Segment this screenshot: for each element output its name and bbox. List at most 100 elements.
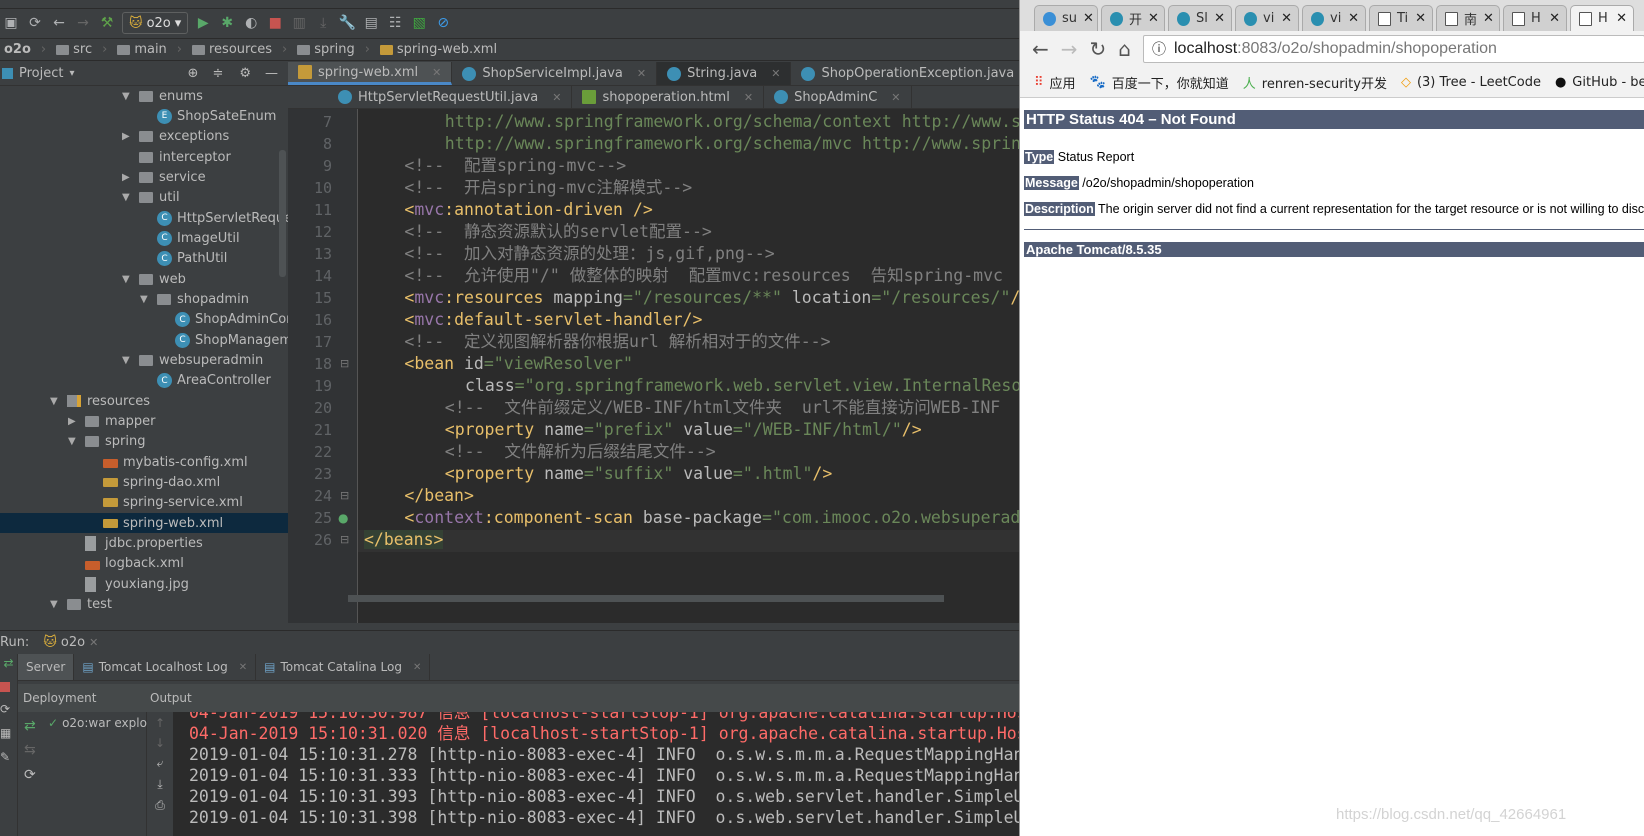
minimize-icon[interactable]: — bbox=[265, 66, 278, 81]
code-line[interactable]: <!-- 文件前缀定义/WEB-INF/html文件夹 url不能直接访问WEB… bbox=[445, 397, 1000, 419]
breadcrumb-item[interactable]: main bbox=[113, 42, 188, 57]
run-tab[interactable]: ▤ Tomcat Localhost Log ✕ bbox=[74, 654, 257, 680]
tree-item[interactable]: C ImageUtil bbox=[0, 228, 288, 248]
run-icon[interactable]: ▶ bbox=[194, 14, 212, 32]
monitor-icon[interactable]: ▧ bbox=[410, 14, 428, 32]
gear-icon[interactable]: ⚙ bbox=[239, 66, 251, 81]
fold-marker-icon[interactable]: ⊟ bbox=[340, 485, 349, 507]
bookmark[interactable]: 人 renren-security开发 bbox=[1243, 73, 1387, 92]
expand-arrow-icon[interactable]: ▼ bbox=[122, 274, 134, 285]
code-line[interactable]: </beans> bbox=[364, 529, 444, 551]
home-icon[interactable]: ⌂ bbox=[1118, 37, 1131, 61]
tree-item[interactable]: ▼ shopadmin bbox=[0, 289, 288, 309]
code-line[interactable]: <context:component-scan base-package="co… bbox=[404, 507, 1019, 529]
breadcrumb-item[interactable]: resources bbox=[188, 42, 293, 57]
refresh-icon[interactable]: ⟳ bbox=[0, 702, 17, 716]
collapse-arrow-icon[interactable]: ▶ bbox=[122, 131, 134, 142]
disable-icon[interactable]: ⊘ bbox=[434, 14, 452, 32]
info-icon[interactable]: ⓘ bbox=[1152, 39, 1166, 59]
close-icon[interactable]: ✕ bbox=[1549, 11, 1560, 26]
tree-item[interactable]: ▼ util bbox=[0, 188, 288, 208]
locate-icon[interactable]: ⊕ bbox=[188, 66, 199, 81]
tree-item[interactable]: C HttpServletRequestUtil bbox=[0, 208, 288, 228]
code-line[interactable]: http://www.springframework.org/schema/co… bbox=[445, 111, 1019, 133]
address-bar[interactable]: ⓘ localhost:8083/o2o/shopadmin/shopopera… bbox=[1143, 35, 1644, 63]
tree-item[interactable]: ▼ spring bbox=[0, 432, 288, 452]
tree-item[interactable]: ▼ resources bbox=[0, 391, 288, 411]
breadcrumb-item[interactable]: src bbox=[52, 42, 113, 57]
vcs-icon[interactable]: ⤓ bbox=[314, 14, 332, 32]
build-icon[interactable]: ⚒ bbox=[98, 14, 116, 32]
bookmark[interactable]: 🐾 百度一下，你就知道 bbox=[1090, 73, 1229, 92]
tree-item[interactable]: ▶ service bbox=[0, 167, 288, 187]
editor-tab[interactable]: ShopServiceImpl.java ✕ bbox=[452, 62, 658, 85]
code-line[interactable]: <!-- 静态资源默认的servlet配置--> bbox=[404, 221, 711, 243]
tree-item[interactable]: C PathUtil bbox=[0, 249, 288, 269]
expand-arrow-icon[interactable]: ▼ bbox=[50, 599, 62, 610]
coverage-icon[interactable]: ◐ bbox=[242, 14, 260, 32]
editor-tab[interactable]: spring-web.xml ✕ bbox=[288, 62, 453, 85]
layout-icon[interactable]: ▦ bbox=[0, 726, 17, 740]
browser-tab[interactable]: Ti ✕ bbox=[1369, 5, 1433, 31]
code-line[interactable]: <bean id="viewResolver" bbox=[404, 353, 633, 375]
tree-item[interactable]: interceptor bbox=[0, 147, 288, 167]
code-line[interactable]: <mvc:resources mapping="/resources/**" l… bbox=[404, 287, 1019, 309]
tree-item[interactable]: spring-dao.xml bbox=[0, 472, 288, 492]
code-line[interactable]: <!-- 文件解析为后缀结尾文件--> bbox=[445, 441, 716, 463]
tree-item[interactable]: logback.xml bbox=[0, 554, 288, 574]
scroll-to-end-icon[interactable]: ⤓ bbox=[147, 777, 173, 792]
editor-tab[interactable]: ShopOperationException.java✕ bbox=[791, 62, 1019, 85]
expand-arrow-icon[interactable]: ▼ bbox=[50, 396, 62, 407]
forward-icon[interactable]: → bbox=[74, 14, 92, 32]
tree-item[interactable]: ▶ mapper bbox=[0, 411, 288, 431]
close-icon[interactable]: ✕ bbox=[1616, 11, 1627, 26]
expand-arrow-icon[interactable]: ▼ bbox=[122, 91, 134, 102]
close-icon[interactable]: ✕ bbox=[89, 636, 98, 649]
settings-wrench-icon[interactable]: 🔧 bbox=[338, 14, 356, 32]
scroll-up-icon[interactable]: ↑ bbox=[147, 716, 173, 730]
editor-tab[interactable]: shopoperation.html ✕ bbox=[572, 86, 765, 108]
bookmark[interactable]: ● GitHub - begee bbox=[1555, 75, 1644, 90]
tree-item[interactable]: E ShopSateEnum bbox=[0, 106, 288, 126]
console-output[interactable]: 04-Jan-2019 15:10:30.987 信息 [localhost-s… bbox=[173, 712, 1019, 836]
debug-icon[interactable]: ✱ bbox=[218, 14, 236, 32]
run-config-tab[interactable]: 🐱 o2o ✕ bbox=[37, 635, 104, 650]
editor-tab[interactable]: String.java ✕ bbox=[657, 62, 792, 85]
close-icon[interactable]: ✕ bbox=[1483, 11, 1494, 26]
pin-icon[interactable]: ✎ bbox=[0, 750, 17, 764]
close-icon[interactable]: ✕ bbox=[552, 91, 561, 104]
tree-item[interactable]: spring-web.xml bbox=[0, 512, 288, 534]
expand-arrow-icon[interactable]: ▼ bbox=[122, 192, 134, 203]
close-icon[interactable]: ✕ bbox=[1415, 11, 1426, 26]
browser-tab[interactable]: vi ✕ bbox=[1302, 5, 1366, 31]
run-tab[interactable]: ▤ Tomcat Catalina Log ✕ bbox=[256, 654, 431, 680]
save-icon[interactable]: ▣ bbox=[2, 14, 20, 32]
code-editor[interactable]: 7 http://www.springframework.org/schema/c… bbox=[288, 109, 1019, 623]
bookmark[interactable]: ⠿ 应用 bbox=[1034, 73, 1076, 92]
project-view-select[interactable]: Project bbox=[19, 66, 63, 81]
sync-icon[interactable]: ⟳ bbox=[26, 14, 44, 32]
back-icon[interactable]: ← bbox=[1032, 37, 1049, 61]
expand-arrow-icon[interactable]: ▼ bbox=[140, 294, 152, 305]
fold-marker-icon[interactable]: ⊟ bbox=[340, 353, 349, 375]
collapse-arrow-icon[interactable]: ▶ bbox=[122, 172, 134, 183]
tree-item[interactable]: ▼ websuperadmin bbox=[0, 350, 288, 370]
tree-item[interactable]: ▼ web bbox=[0, 269, 288, 289]
tree-item[interactable]: C ShopManagementController bbox=[0, 330, 288, 350]
code-line[interactable]: <property name="suffix" value=".html"/> bbox=[445, 463, 832, 485]
browser-tab[interactable]: su ✕ bbox=[1034, 5, 1098, 31]
code-line[interactable]: <mvc:annotation-driven /> bbox=[404, 199, 652, 221]
close-icon[interactable]: ✕ bbox=[637, 67, 646, 80]
browser-tab[interactable]: 南 ✕ bbox=[1436, 5, 1500, 31]
code-line[interactable]: <!-- 定义视图解析器你根据url 解析相对于的文件--> bbox=[404, 331, 830, 353]
code-line[interactable]: <!-- 开启spring-mvc注解模式--> bbox=[404, 177, 692, 199]
spring-bean-gutter-icon[interactable]: ● bbox=[338, 507, 348, 529]
expand-arrow-icon[interactable]: ▼ bbox=[68, 436, 80, 447]
collapse-arrow-icon[interactable]: ▶ bbox=[68, 416, 80, 427]
browser-tab[interactable]: H ✕ bbox=[1503, 5, 1567, 31]
tree-item[interactable]: C AreaController bbox=[0, 371, 288, 391]
close-icon[interactable]: ✕ bbox=[1214, 11, 1225, 26]
code-line[interactable]: <property name="prefix" value="/WEB-INF/… bbox=[445, 419, 922, 441]
project-structure-icon[interactable]: ▤ bbox=[362, 14, 380, 32]
bookmark[interactable]: ◇ (3) Tree - LeetCode bbox=[1401, 75, 1541, 90]
